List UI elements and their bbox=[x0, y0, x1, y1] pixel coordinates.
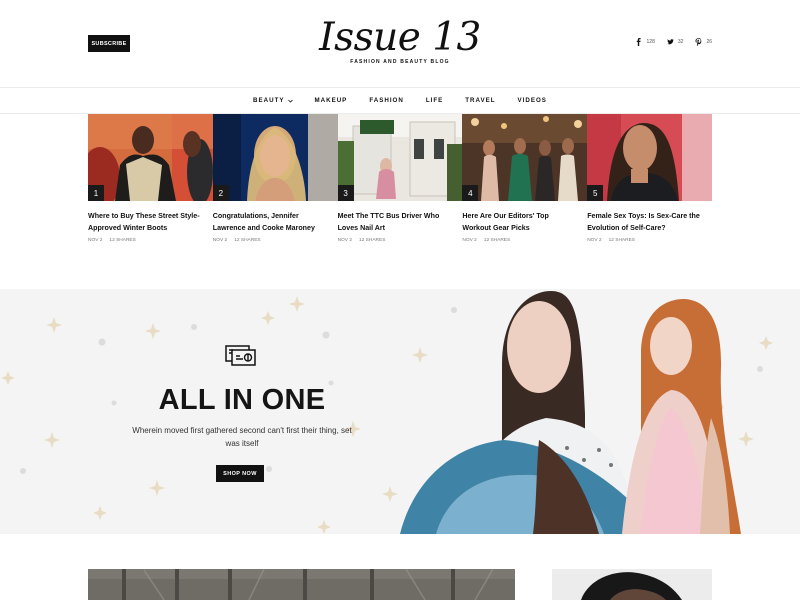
twitter-link[interactable]: 32 bbox=[667, 38, 684, 46]
trending-posts: 1 Where to Buy These Street Style-Approv… bbox=[88, 114, 712, 264]
post-date: NOV 2 bbox=[212, 238, 228, 243]
post-rank-badge: 5 bbox=[587, 185, 604, 201]
nav-item-beauty[interactable]: BEAUTY bbox=[253, 97, 293, 104]
promo-title: ALL IN ONE bbox=[158, 384, 326, 416]
post-meta: NOV 2 12 SHARES bbox=[587, 238, 635, 243]
hat-portrait-image bbox=[552, 569, 712, 600]
post-title[interactable]: Meet The TTC Bus Driver Who Loves Nail A… bbox=[338, 211, 454, 234]
main-navigation: BEAUTY MAKEUP FASHION LIFE TRAVEL VIDEOS bbox=[0, 88, 800, 114]
post-rank-badge: 3 bbox=[337, 185, 354, 201]
post-date: NOV 2 bbox=[587, 238, 602, 243]
post-date: NOV 2 bbox=[462, 238, 477, 243]
twitter-count: 32 bbox=[677, 39, 684, 45]
site-logo[interactable]: Issue 13 FASHION AND BEAUTY BLOG bbox=[300, 15, 500, 66]
post-image bbox=[212, 114, 338, 201]
nav-item-videos[interactable]: VIDEOS bbox=[518, 97, 547, 104]
pinterest-count: 26 bbox=[706, 39, 712, 45]
post-shares: 12 SHARES bbox=[109, 238, 136, 243]
post-rank-badge: 1 bbox=[88, 185, 104, 201]
post-image bbox=[88, 114, 213, 201]
post-card[interactable]: 4 Here Are Our Editors' Top Workout Gear… bbox=[462, 114, 588, 264]
post-title[interactable]: Where to Buy These Street Style-Approved… bbox=[88, 211, 204, 234]
logo-title: Issue 13 bbox=[319, 15, 481, 60]
nav-item-travel[interactable]: TRAVEL bbox=[465, 97, 495, 104]
forest-image bbox=[88, 569, 515, 600]
social-links: 128 32 26 bbox=[636, 38, 712, 46]
post-shares: 12 SHARES bbox=[608, 238, 635, 243]
post-title[interactable]: Female Sex Toys: Is Sex-Care the Evoluti… bbox=[587, 211, 703, 234]
post-title[interactable]: Congratulations, Jennifer Lawrence and C… bbox=[213, 211, 329, 234]
nav-item-makeup[interactable]: MAKEUP bbox=[315, 97, 348, 104]
gift-card-icon bbox=[225, 345, 256, 366]
promo-description: Wherein moved first gathered second can'… bbox=[132, 426, 352, 448]
post-meta: NOV 2 12 SHARES bbox=[88, 238, 136, 243]
nav-label-beauty: BEAUTY bbox=[253, 97, 285, 104]
facebook-icon bbox=[636, 38, 641, 46]
post-card[interactable]: 1 Where to Buy These Street Style-Approv… bbox=[88, 114, 213, 264]
facebook-link[interactable]: 128 bbox=[636, 38, 655, 46]
post-thumbnail[interactable]: 4 bbox=[462, 114, 588, 201]
subscribe-button[interactable]: SUBSCRIBE bbox=[88, 35, 130, 52]
promo-models-photo bbox=[400, 291, 741, 534]
post-rank-badge: 4 bbox=[462, 185, 479, 201]
post-thumbnail[interactable]: 1 bbox=[88, 114, 213, 201]
post-meta: NOV 2 12 SHARES bbox=[462, 238, 510, 243]
post-image bbox=[462, 114, 588, 201]
sidebar-post-image[interactable] bbox=[552, 569, 712, 600]
nav-label-fashion: FASHION bbox=[369, 97, 404, 104]
nav-item-life[interactable]: LIFE bbox=[426, 97, 443, 104]
post-thumbnail[interactable]: 3 bbox=[337, 114, 463, 201]
nav-label-makeup: MAKEUP bbox=[314, 97, 348, 104]
post-shares: 12 SHARES bbox=[359, 238, 386, 243]
nav-item-fashion[interactable]: FASHION bbox=[369, 97, 404, 104]
post-thumbnail[interactable]: 2 bbox=[212, 114, 338, 201]
post-date: NOV 2 bbox=[337, 238, 352, 243]
post-rank-badge: 2 bbox=[212, 185, 229, 201]
post-image bbox=[337, 114, 463, 201]
chevron-down-icon bbox=[287, 99, 293, 103]
post-date: NOV 2 bbox=[88, 238, 103, 243]
post-card[interactable]: 5 Female Sex Toys: Is Sex-Care the Evolu… bbox=[587, 114, 712, 264]
nav-label-travel: TRAVEL bbox=[465, 97, 496, 104]
post-shares: 12 SHARES bbox=[483, 238, 511, 243]
pinterest-icon bbox=[695, 38, 702, 46]
post-card[interactable]: 3 Meet The TTC Bus Driver Who Loves Nail… bbox=[337, 114, 463, 264]
post-card[interactable]: 2 Congratulations, Jennifer Lawrence and… bbox=[212, 114, 338, 264]
post-meta: NOV 2 12 SHARES bbox=[213, 238, 261, 243]
twitter-icon bbox=[667, 39, 674, 45]
nav-label-life: LIFE bbox=[425, 97, 444, 104]
post-shares: 12 SHARES bbox=[234, 238, 261, 243]
shop-now-button[interactable]: SHOP NOW bbox=[216, 465, 264, 482]
nav-label-videos: VIDEOS bbox=[517, 97, 547, 104]
post-meta: NOV 2 12 SHARES bbox=[338, 238, 386, 243]
featured-post-image[interactable] bbox=[88, 569, 515, 600]
post-title[interactable]: Here Are Our Editors' Top Workout Gear P… bbox=[462, 211, 578, 234]
site-header: SUBSCRIBE Issue 13 FASHION AND BEAUTY BL… bbox=[0, 0, 800, 88]
facebook-count: 128 bbox=[646, 39, 655, 45]
pinterest-link[interactable]: 26 bbox=[695, 38, 712, 46]
post-image bbox=[587, 114, 712, 201]
post-thumbnail[interactable]: 5 bbox=[587, 114, 712, 201]
